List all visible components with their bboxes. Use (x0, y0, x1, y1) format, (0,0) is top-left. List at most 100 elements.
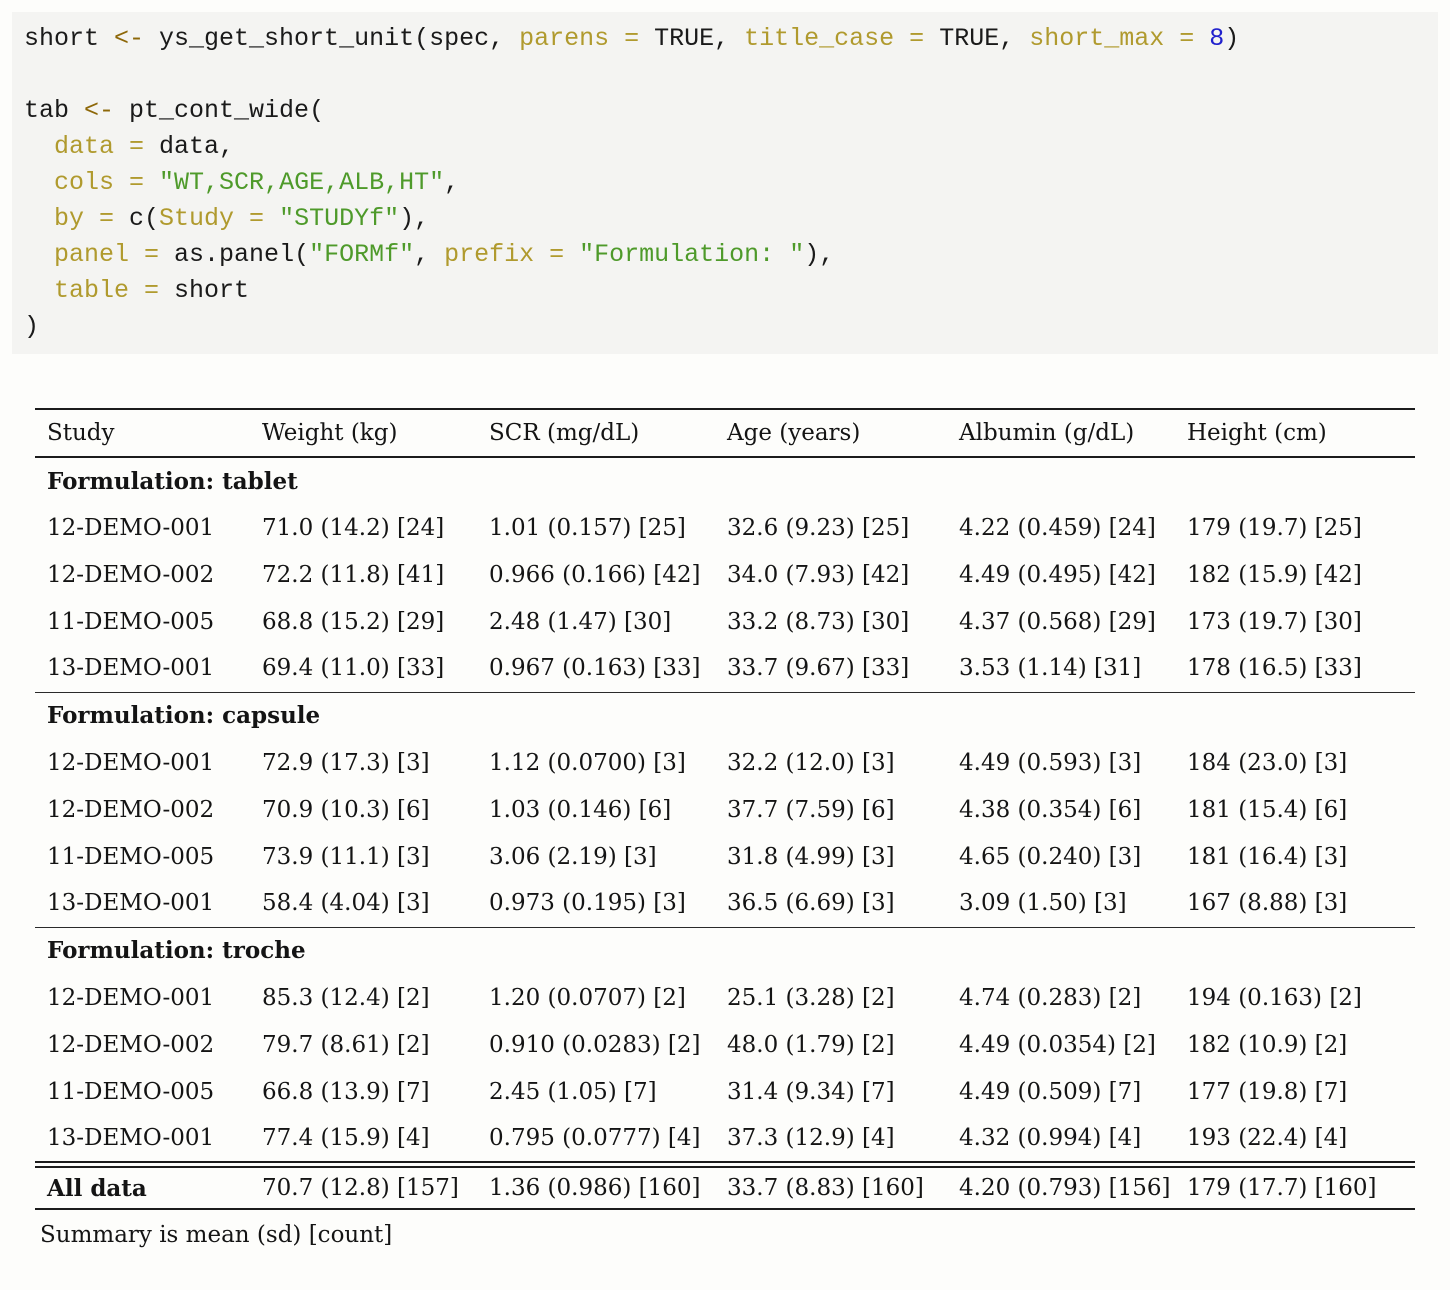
table-cell: 179 (19.7) [25] (1175, 504, 1415, 551)
table-cell: 1.03 (0.146) [6] (477, 786, 715, 833)
code-token: "FORMf" (309, 240, 414, 269)
table-cell: 1.12 (0.0700) [3] (477, 739, 715, 786)
study-id-cell: 12-DEMO-002 (35, 786, 250, 833)
table-row: 11-DEMO-00573.9 (11.1) [3]3.06 (2.19) [3… (35, 833, 1415, 880)
table-cell: 69.4 (11.0) [33] (250, 645, 477, 692)
column-header-4: Age (years) (715, 409, 947, 457)
code-token: , (414, 240, 444, 269)
summary-cell: 33.7 (8.83) [160] (715, 1167, 947, 1209)
code-token: short_max = (1029, 24, 1209, 53)
table-cell: 31.8 (4.99) [3] (715, 833, 947, 880)
table-cell: 4.37 (0.568) [29] (947, 598, 1175, 645)
summary-cell: 4.20 (0.793) [156] (947, 1167, 1175, 1209)
code-token: "Formulation: " (579, 240, 804, 269)
study-id-cell: 11-DEMO-005 (35, 598, 250, 645)
study-id-cell: 13-DEMO-001 (35, 1115, 250, 1162)
table-row: 13-DEMO-00169.4 (11.0) [33]0.967 (0.163)… (35, 645, 1415, 692)
table-cell: 1.01 (0.157) [25] (477, 504, 715, 551)
table-footnote: Summary is mean (sd) [count] (40, 1222, 1450, 1248)
table-cell: 167 (8.88) [3] (1175, 880, 1415, 927)
table-row: 12-DEMO-00171.0 (14.2) [24]1.01 (0.157) … (35, 504, 1415, 551)
column-header-3: SCR (mg/dL) (477, 409, 715, 457)
column-header-6: Height (cm) (1175, 409, 1415, 457)
code-token: panel = (54, 240, 174, 269)
table-row: 12-DEMO-00272.2 (11.8) [41]0.966 (0.166)… (35, 551, 1415, 598)
section-header-row: Formulation: tablet (35, 457, 1415, 504)
table-row: 12-DEMO-00185.3 (12.4) [2]1.20 (0.0707) … (35, 974, 1415, 1021)
code-token: data = (54, 132, 159, 161)
table-cell: 4.32 (0.994) [4] (947, 1115, 1175, 1162)
table-row: 11-DEMO-00568.8 (15.2) [29]2.48 (1.47) [… (35, 598, 1415, 645)
summary-row-label: All data (35, 1167, 250, 1209)
table-row: 12-DEMO-00279.7 (8.61) [2]0.910 (0.0283)… (35, 1021, 1415, 1068)
table-cell: 68.8 (15.2) [29] (250, 598, 477, 645)
section-header-row: Formulation: troche (35, 927, 1415, 974)
code-token: ), (399, 204, 429, 233)
table-cell: 79.7 (8.61) [2] (250, 1021, 477, 1068)
table-cell: 71.0 (14.2) [24] (250, 504, 477, 551)
table-cell: 72.9 (17.3) [3] (250, 739, 477, 786)
table-cell: 182 (15.9) [42] (1175, 551, 1415, 598)
code-token (24, 240, 54, 269)
table-cell: 77.4 (15.9) [4] (250, 1115, 477, 1162)
table-cell: 33.7 (9.67) [33] (715, 645, 947, 692)
table-cell: 4.49 (0.509) [7] (947, 1068, 1175, 1115)
table-cell: 4.22 (0.459) [24] (947, 504, 1175, 551)
table-row: 13-DEMO-00158.4 (4.04) [3]0.973 (0.195) … (35, 880, 1415, 927)
header-row: StudyWeight (kg)SCR (mg/dL)Age (years)Al… (35, 409, 1415, 457)
code-line: tab <- pt_cont_wide( (24, 93, 1426, 129)
study-id-cell: 12-DEMO-002 (35, 1021, 250, 1068)
code-token: data, (159, 132, 234, 161)
code-token: as.panel( (174, 240, 309, 269)
table-cell: 2.45 (1.05) [7] (477, 1068, 715, 1115)
table-cell: 194 (0.163) [2] (1175, 974, 1415, 1021)
code-token (24, 132, 54, 161)
table-cell: 0.795 (0.0777) [4] (477, 1115, 715, 1162)
table-cell: 173 (19.7) [30] (1175, 598, 1415, 645)
code-token: TRUE, (654, 24, 744, 53)
table-row: 12-DEMO-00172.9 (17.3) [3]1.12 (0.0700) … (35, 739, 1415, 786)
table-cell: 4.49 (0.0354) [2] (947, 1021, 1175, 1068)
table-cell: 32.6 (9.23) [25] (715, 504, 947, 551)
study-id-cell: 12-DEMO-001 (35, 739, 250, 786)
code-token: Study = (159, 204, 279, 233)
code-token: prefix = (444, 240, 579, 269)
table-cell: 3.53 (1.14) [31] (947, 645, 1175, 692)
table-cell: 2.48 (1.47) [30] (477, 598, 715, 645)
table-row: 11-DEMO-00566.8 (13.9) [7]2.45 (1.05) [7… (35, 1068, 1415, 1115)
table-header: StudyWeight (kg)SCR (mg/dL)Age (years)Al… (35, 409, 1415, 457)
table-cell: 66.8 (13.9) [7] (250, 1068, 477, 1115)
table-cell: 4.65 (0.240) [3] (947, 833, 1175, 880)
code-token: , (444, 168, 459, 197)
code-token: ) (1224, 24, 1239, 53)
table-cell: 0.967 (0.163) [33] (477, 645, 715, 692)
table-cell: 34.0 (7.93) [42] (715, 551, 947, 598)
table-cell: 193 (22.4) [4] (1175, 1115, 1415, 1162)
summary-table: StudyWeight (kg)SCR (mg/dL)Age (years)Al… (35, 408, 1415, 1210)
table-cell: 70.9 (10.3) [6] (250, 786, 477, 833)
code-token: cols = (54, 168, 159, 197)
study-id-cell: 13-DEMO-001 (35, 880, 250, 927)
table-cell: 4.49 (0.495) [42] (947, 551, 1175, 598)
code-token (24, 168, 54, 197)
summary-row: All data70.7 (12.8) [157]1.36 (0.986) [1… (35, 1167, 1415, 1209)
table-cell: 4.49 (0.593) [3] (947, 739, 1175, 786)
code-token (24, 276, 54, 305)
table-cell: 48.0 (1.79) [2] (715, 1021, 947, 1068)
study-id-cell: 11-DEMO-005 (35, 1068, 250, 1115)
table-row: 13-DEMO-00177.4 (15.9) [4]0.795 (0.0777)… (35, 1115, 1415, 1162)
summary-cell: 179 (17.7) [160] (1175, 1167, 1415, 1209)
code-line: panel = as.panel("FORMf", prefix = "Form… (24, 237, 1426, 273)
table-cell: 85.3 (12.4) [2] (250, 974, 477, 1021)
code-token: ), (804, 240, 834, 269)
study-id-cell: 12-DEMO-002 (35, 551, 250, 598)
table-cell: 181 (16.4) [3] (1175, 833, 1415, 880)
code-token: table = (54, 276, 174, 305)
table-cell: 72.2 (11.8) [41] (250, 551, 477, 598)
table-cell: 4.74 (0.283) [2] (947, 974, 1175, 1021)
table-cell: 1.20 (0.0707) [2] (477, 974, 715, 1021)
table-cell: 33.2 (8.73) [30] (715, 598, 947, 645)
table-cell: 32.2 (12.0) [3] (715, 739, 947, 786)
table-cell: 182 (10.9) [2] (1175, 1021, 1415, 1068)
code-line: short <- ys_get_short_unit(spec, parens … (24, 21, 1426, 57)
